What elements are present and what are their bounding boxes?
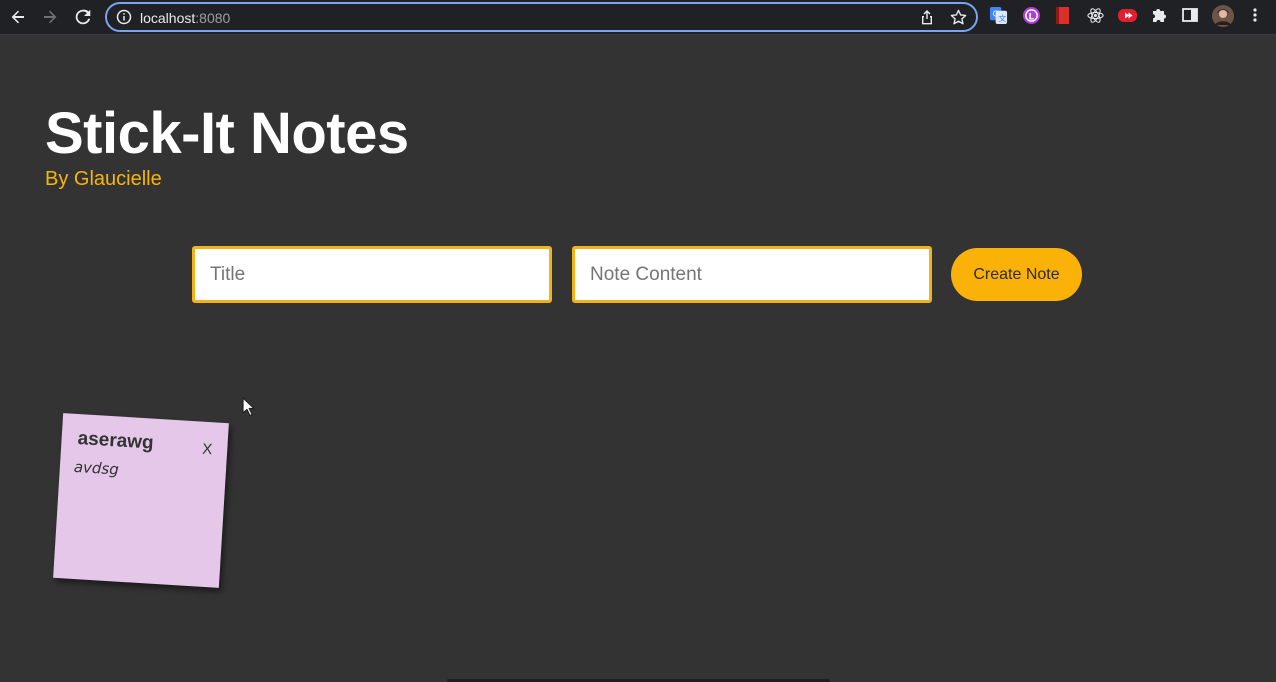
title-input[interactable] bbox=[192, 246, 552, 303]
url-port: :8080 bbox=[195, 10, 231, 26]
info-icon[interactable] bbox=[116, 9, 132, 30]
profile-avatar[interactable] bbox=[1212, 5, 1234, 27]
extension-l-icon[interactable]: L bbox=[1022, 6, 1042, 26]
browser-toolbar: localhost:8080 G文 L bbox=[0, 0, 1276, 35]
bookmark-star-icon[interactable] bbox=[950, 9, 967, 31]
note-content-input[interactable] bbox=[572, 246, 932, 303]
note-content: avdsg bbox=[73, 457, 120, 479]
address-bar[interactable]: localhost:8080 bbox=[105, 2, 978, 32]
redux-devtools-icon[interactable] bbox=[1117, 6, 1137, 26]
mouse-cursor-icon bbox=[242, 397, 256, 422]
reload-icon[interactable] bbox=[71, 5, 95, 29]
note-title: aserawg bbox=[77, 428, 155, 454]
book-extension-icon[interactable] bbox=[1054, 6, 1074, 26]
svg-text:L: L bbox=[1029, 12, 1035, 22]
kebab-menu-icon[interactable] bbox=[1248, 6, 1268, 26]
svg-text:文: 文 bbox=[999, 13, 1007, 23]
sticky-note[interactable]: aserawg X avdsg bbox=[53, 413, 229, 588]
side-panel-icon[interactable] bbox=[1181, 6, 1201, 26]
note-delete-button[interactable]: X bbox=[202, 441, 213, 459]
url-host: localhost bbox=[140, 10, 196, 26]
forward-arrow-icon[interactable] bbox=[38, 5, 62, 29]
page-title: Stick-It Notes bbox=[45, 101, 409, 166]
share-icon[interactable] bbox=[919, 9, 935, 30]
translate-icon[interactable]: G文 bbox=[989, 6, 1009, 26]
react-devtools-icon[interactable] bbox=[1086, 6, 1106, 26]
puzzle-extensions-icon[interactable] bbox=[1150, 6, 1170, 26]
author-byline: By Glaucielle bbox=[45, 168, 162, 190]
back-arrow-icon[interactable] bbox=[6, 5, 30, 29]
create-note-button[interactable]: Create Note bbox=[951, 248, 1082, 301]
url-text: localhost:8080 bbox=[140, 10, 230, 26]
